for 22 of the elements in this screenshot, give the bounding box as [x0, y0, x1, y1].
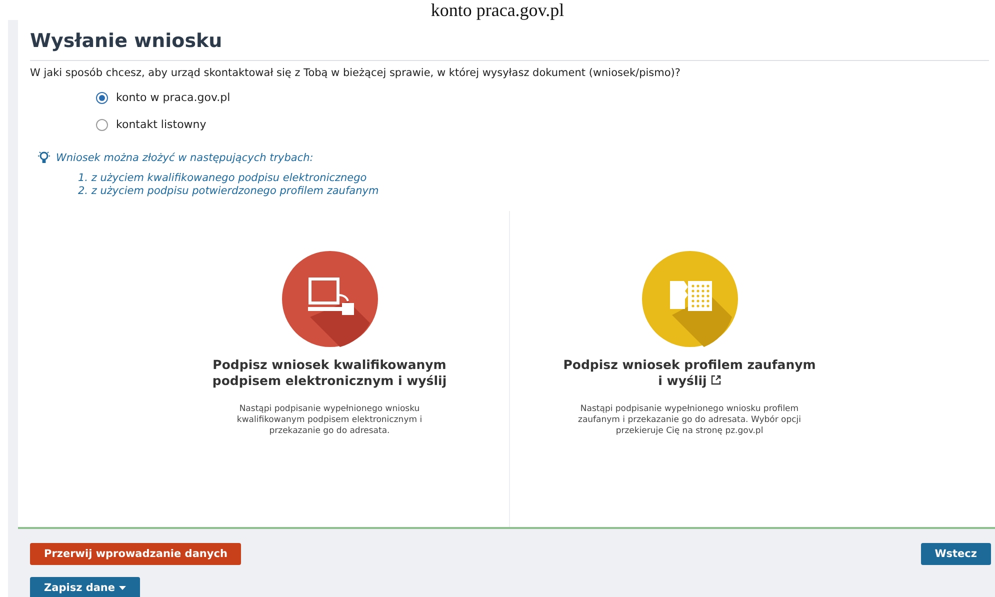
sign-option-description: Nastąpi podpisanie wypełnionego wniosku kwalifikowanym podpisem elektronicznym i przekazanie go do adresata.: [236, 404, 424, 437]
radio-button[interactable]: [96, 92, 108, 104]
back-button[interactable]: Wstecz: [920, 543, 991, 565]
contact-option[interactable]: kontakt listowny: [96, 118, 206, 131]
caret-icon: [119, 586, 126, 590]
hint-text: Wniosek można złożyć w następujących trybach:: [56, 152, 314, 164]
hint-item: 1. z użyciem kwalifikowanego podpisu elektronicznego: [78, 172, 368, 184]
lightbulb-icon: [38, 151, 50, 164]
page-title: Wysłanie wniosku: [30, 30, 989, 61]
sign-option-title[interactable]: Podpisz wniosek kwalifikowanym podpisem elektronicznym i wyślij: [200, 357, 460, 390]
option-label: kontakt listowny: [116, 118, 206, 131]
sign-option-title[interactable]: Podpisz wniosek profilem zaufanym i wyślij: [560, 357, 820, 390]
profile-id-icon: [642, 251, 738, 347]
computer-icon: [282, 251, 378, 347]
cancel-button[interactable]: Przerwij wprowadzanie danych: [30, 543, 242, 565]
external-link-icon: [710, 375, 721, 386]
sign-option-description: Nastąpi podpisanie wypełnionego wniosku profilem zaufanym i przekazanie go do adresata. Wybór opcji przekieruje Cię na stronę pz.gov.pl: [576, 404, 802, 437]
save-button[interactable]: Zapisz dane: [30, 577, 140, 597]
radio-button[interactable]: [96, 118, 108, 130]
page-caption: konto praca.gov.pl: [430, 0, 564, 20]
contact-question: W jaki sposób chcesz, aby urząd skontaktował się z Tobą w bieżącej sprawie, w której wysyłasz dokument (wniosek/pismo)?: [30, 67, 682, 79]
hint-item: 2. z użyciem podpisu potwierdzonego profilem zaufanym: [78, 185, 380, 197]
